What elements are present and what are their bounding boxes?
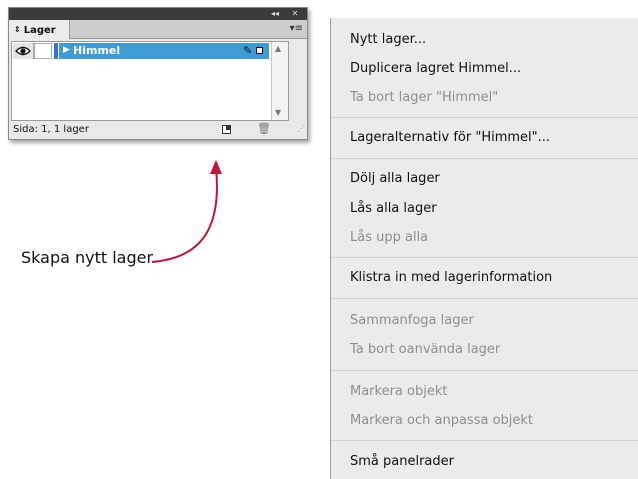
menu-separator — [331, 298, 638, 299]
menu-item-paste-remembers-layers[interactable]: Klistra in med lagerinformation — [350, 269, 552, 287]
menu-separator — [331, 117, 638, 118]
menu-item-lock-all[interactable]: Lås alla lager — [350, 200, 437, 218]
menu-separator — [331, 257, 638, 258]
menu-separator — [331, 158, 638, 159]
menu-separator — [331, 370, 638, 371]
menu-item-new-layer[interactable]: Nytt lager... — [350, 31, 426, 49]
menu-item-layer-options[interactable]: Lageralternativ för "Himmel"... — [350, 129, 550, 147]
menu-item-select-and-fit-objects: Markera och anpassa objekt — [350, 413, 534, 428]
panel-context-menu: Nytt lager... Duplicera lagret Himmel...… — [330, 18, 638, 479]
menu-item-delete-layer: Ta bort lager "Himmel" — [350, 90, 499, 105]
menu-item-duplicate-layer[interactable]: Duplicera lagret Himmel... — [350, 60, 521, 78]
menu-item-small-panel-rows[interactable]: Små panelrader — [350, 453, 454, 471]
menu-item-merge-layers: Sammanfoga lager — [350, 313, 474, 328]
menu-separator — [331, 440, 638, 441]
menu-item-delete-unused: Ta bort oanvända lager — [350, 342, 501, 357]
menu-item-hide-all[interactable]: Dölj alla lager — [350, 170, 440, 188]
menu-item-unlock-all: Lås upp alla — [350, 230, 429, 245]
menu-item-select-objects: Markera objekt — [350, 384, 448, 399]
